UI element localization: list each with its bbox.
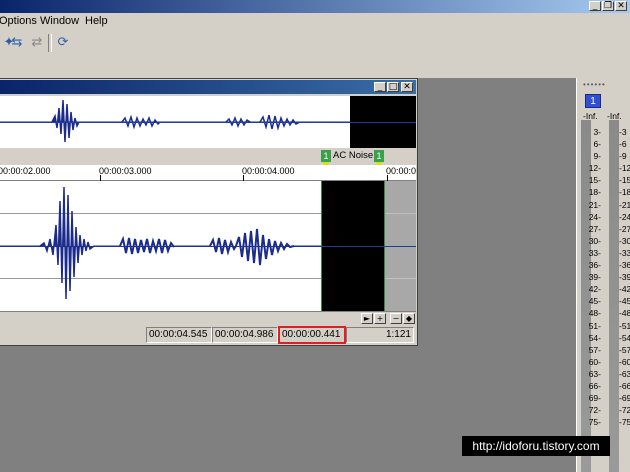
- meter-scale-label: -9: [619, 151, 627, 162]
- toolbar-separator: [48, 34, 52, 52]
- meter-scale-label: -21: [619, 199, 630, 210]
- tool-scrub-icon[interactable]: ⇆: [8, 34, 26, 52]
- close-window-button[interactable]: ✕: [615, 1, 627, 11]
- meter-scale-label: 45-: [588, 296, 601, 307]
- region-end-flag[interactable]: 1: [374, 150, 384, 162]
- meter-scale-label: -69: [619, 393, 630, 404]
- ruler-label: 00:00:02.000: [0, 166, 51, 176]
- meter-scale-label: -66: [619, 380, 630, 391]
- menu-options[interactable]: Options: [0, 14, 37, 29]
- meter-scale-label: 51-: [588, 320, 601, 331]
- meter-scale-label: 24-: [588, 211, 601, 222]
- grid-line: [385, 213, 416, 214]
- meter-scale-label: -48: [619, 308, 630, 319]
- meter-scale-label: -45: [619, 296, 630, 307]
- meter-scale-label: -18: [619, 187, 630, 198]
- ruler-label: 00:00:04.000: [242, 166, 295, 176]
- meter-scale-label: 30-: [588, 235, 601, 246]
- region-label[interactable]: AC Noise: [333, 150, 373, 162]
- meter-scale-label: -27: [619, 223, 630, 234]
- meter-scale-label: -42: [619, 284, 630, 295]
- meter-scale-label: 39-: [588, 272, 601, 283]
- region-start-flag[interactable]: 1: [321, 150, 331, 162]
- zoom-fit-icon[interactable]: ◆: [403, 313, 415, 324]
- menu-help[interactable]: Help: [85, 14, 108, 29]
- data-window: _ □ ✕ 1 AC Noise 1 00:00:02.000 00:00:03…: [0, 78, 418, 346]
- minimize-window-button[interactable]: _: [589, 1, 601, 11]
- meter-scale-label: -24: [619, 211, 630, 222]
- meter-scale-label: -36: [619, 260, 630, 271]
- meter-scale-label: 33-: [588, 247, 601, 258]
- meter-scale-label: 9-: [593, 151, 601, 162]
- meter-scale-label: 48-: [588, 308, 601, 319]
- zoom-in-icon[interactable]: +: [374, 313, 386, 324]
- meter-scale-label: 3-: [593, 127, 601, 137]
- meter-grip-icon[interactable]: ••••••: [583, 80, 606, 89]
- meter-scale-label: -51: [619, 320, 630, 331]
- selection-length-field[interactable]: 00:00:00.441: [278, 326, 346, 344]
- restore-window-button[interactable]: ❐: [602, 1, 614, 11]
- channel-badge[interactable]: 1: [585, 94, 601, 108]
- selection-end-field[interactable]: 00:00:04.986: [212, 327, 278, 343]
- meter-scale-label: -6: [619, 139, 627, 150]
- meter-scale-label: 54-: [588, 332, 601, 343]
- selection-status-bar: 00:00:04.545 00:00:04.986 00:00:00.441 1…: [0, 325, 416, 345]
- meter-scale-label: 6-: [593, 139, 601, 150]
- meter-scale-label: 21-: [588, 199, 601, 210]
- overview-center-line: [0, 122, 416, 123]
- data-window-minimize-button[interactable]: _: [374, 82, 386, 92]
- marker-bar[interactable]: 1 AC Noise 1: [0, 149, 416, 166]
- meter-scale-label: 15-: [588, 175, 601, 186]
- menu-bar: Options Window Help: [0, 13, 630, 30]
- playback-meter: •••••• 1 -Inf. -Inf. 3- 6- 9- 12- 15- 18- 21- 2…: [576, 78, 630, 472]
- meter-scale-label: 69-: [588, 393, 601, 404]
- selection-start-field[interactable]: 00:00:04.545: [146, 327, 212, 343]
- meter-scale-label: 63-: [588, 368, 601, 379]
- zoom-ratio-field[interactable]: 1:121: [346, 327, 414, 343]
- meter-scale-label: -72: [619, 405, 630, 416]
- meter-scale-label: -33: [619, 247, 630, 258]
- meter-scale-label: -63: [619, 368, 630, 379]
- meter-scale-label: -60: [619, 356, 630, 367]
- meter-scale-label: 42-: [588, 284, 601, 295]
- meter-scale-label: 18-: [588, 187, 601, 198]
- meter-scale-label: -12: [619, 163, 630, 174]
- meter-scale-label: -15: [619, 175, 630, 186]
- meter-scale-label: 60-: [588, 356, 601, 367]
- meter-scale-label: 27-: [588, 223, 601, 234]
- scroll-right-icon[interactable]: ►: [361, 313, 373, 324]
- tool-plugin-icon[interactable]: ⟳: [54, 34, 72, 52]
- meter-scale-label: -54: [619, 332, 630, 343]
- meter-scale-label: -30: [619, 235, 630, 246]
- meter-scale-label: 36-: [588, 260, 601, 271]
- zoom-out-icon[interactable]: −: [390, 313, 402, 324]
- meter-scale-label: 75-: [588, 417, 601, 428]
- horizontal-scrollbar[interactable]: ► + − ◆: [0, 311, 416, 325]
- meter-scale-label: 66-: [588, 380, 601, 391]
- data-window-maximize-button[interactable]: □: [387, 82, 399, 92]
- toolbar: ✦ ⇆ ⇄ ⟳: [0, 30, 630, 79]
- meter-scale-label: -57: [619, 344, 630, 355]
- app-title-bar: [0, 0, 630, 13]
- meter-scale-left: 3- 6- 9- 12- 15- 18- 21- 24- 27- 30- 33- 36- 39- 42- 4…: [577, 126, 601, 428]
- meter-scale-label: 12-: [588, 163, 601, 174]
- meter-scale-label: -3: [619, 127, 627, 137]
- meter-scale-label: 72-: [588, 405, 601, 416]
- ruler-label: 00:00:0: [386, 166, 417, 176]
- time-ruler[interactable]: 00:00:02.000 00:00:03.000 00:00:04.000 0…: [0, 165, 416, 181]
- data-window-close-button[interactable]: ✕: [401, 82, 413, 92]
- menu-window[interactable]: Window: [40, 14, 79, 29]
- meter-scale-label: -39: [619, 272, 630, 283]
- data-window-title-bar: [0, 80, 416, 94]
- grid-line: [385, 278, 416, 279]
- waveform-graphic: [0, 186, 321, 300]
- tool-scrub-disabled-icon[interactable]: ⇄: [28, 34, 46, 52]
- ruler-label: 00:00:03.000: [99, 166, 152, 176]
- meter-scale-label: 57-: [588, 344, 601, 355]
- meter-scale-label: -75: [619, 417, 630, 428]
- meter-scale-right: -3 -6 -9 -12 -15 -18 -21 -24 -27 -30 -33 -36 -39 -42-…: [607, 126, 630, 428]
- watermark-text: http://idoforu.tistory.com: [462, 436, 610, 456]
